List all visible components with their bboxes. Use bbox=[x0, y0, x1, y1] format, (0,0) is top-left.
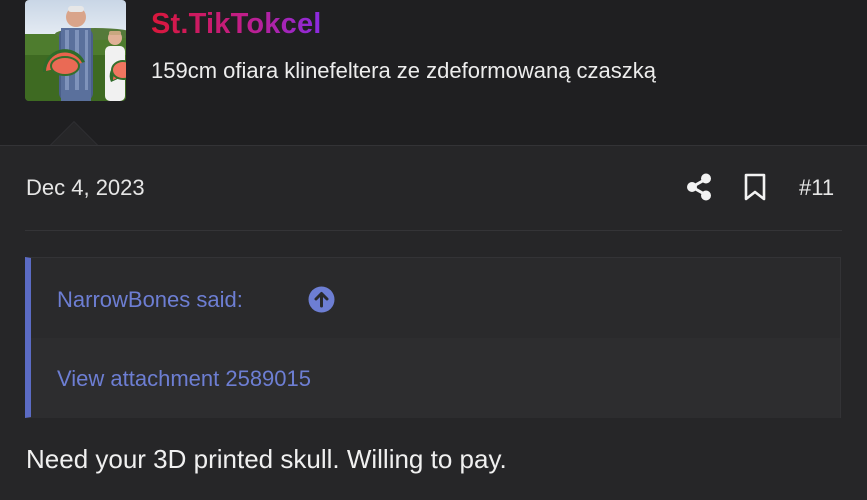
quote-author-link[interactable]: NarrowBones said: bbox=[57, 287, 243, 313]
quote-content: View attachment 2589015 bbox=[31, 338, 840, 418]
message-text: Need your 3D printed skull. Willing to p… bbox=[26, 444, 507, 474]
divider bbox=[25, 230, 842, 231]
user-title: 159cm ofiara klinefeltera ze zdeformowan… bbox=[151, 58, 657, 83]
share-icon[interactable] bbox=[686, 173, 712, 201]
view-attachment-link[interactable]: View attachment 2589015 bbox=[57, 366, 311, 392]
arrow-up-circle-icon[interactable] bbox=[308, 286, 335, 313]
post-body: Dec 4, 2023 #11 NarrowBones said: View a… bbox=[0, 145, 867, 500]
post-date[interactable]: Dec 4, 2023 bbox=[26, 175, 145, 201]
message-pointer bbox=[50, 122, 98, 146]
user-header: St.TikTokcel 159cm ofiara klinefeltera z… bbox=[0, 0, 867, 146]
avatar[interactable] bbox=[25, 0, 126, 101]
post-number-link[interactable]: #11 bbox=[799, 175, 834, 201]
avatar-photo bbox=[25, 0, 126, 101]
bookmark-icon[interactable] bbox=[743, 173, 767, 201]
forum-post: St.TikTokcel 159cm ofiara klinefeltera z… bbox=[0, 0, 867, 500]
quote-header: NarrowBones said: bbox=[31, 258, 840, 338]
quote-block: NarrowBones said: View attachment 258901… bbox=[25, 257, 841, 418]
username[interactable]: St.TikTokcel bbox=[151, 8, 322, 41]
